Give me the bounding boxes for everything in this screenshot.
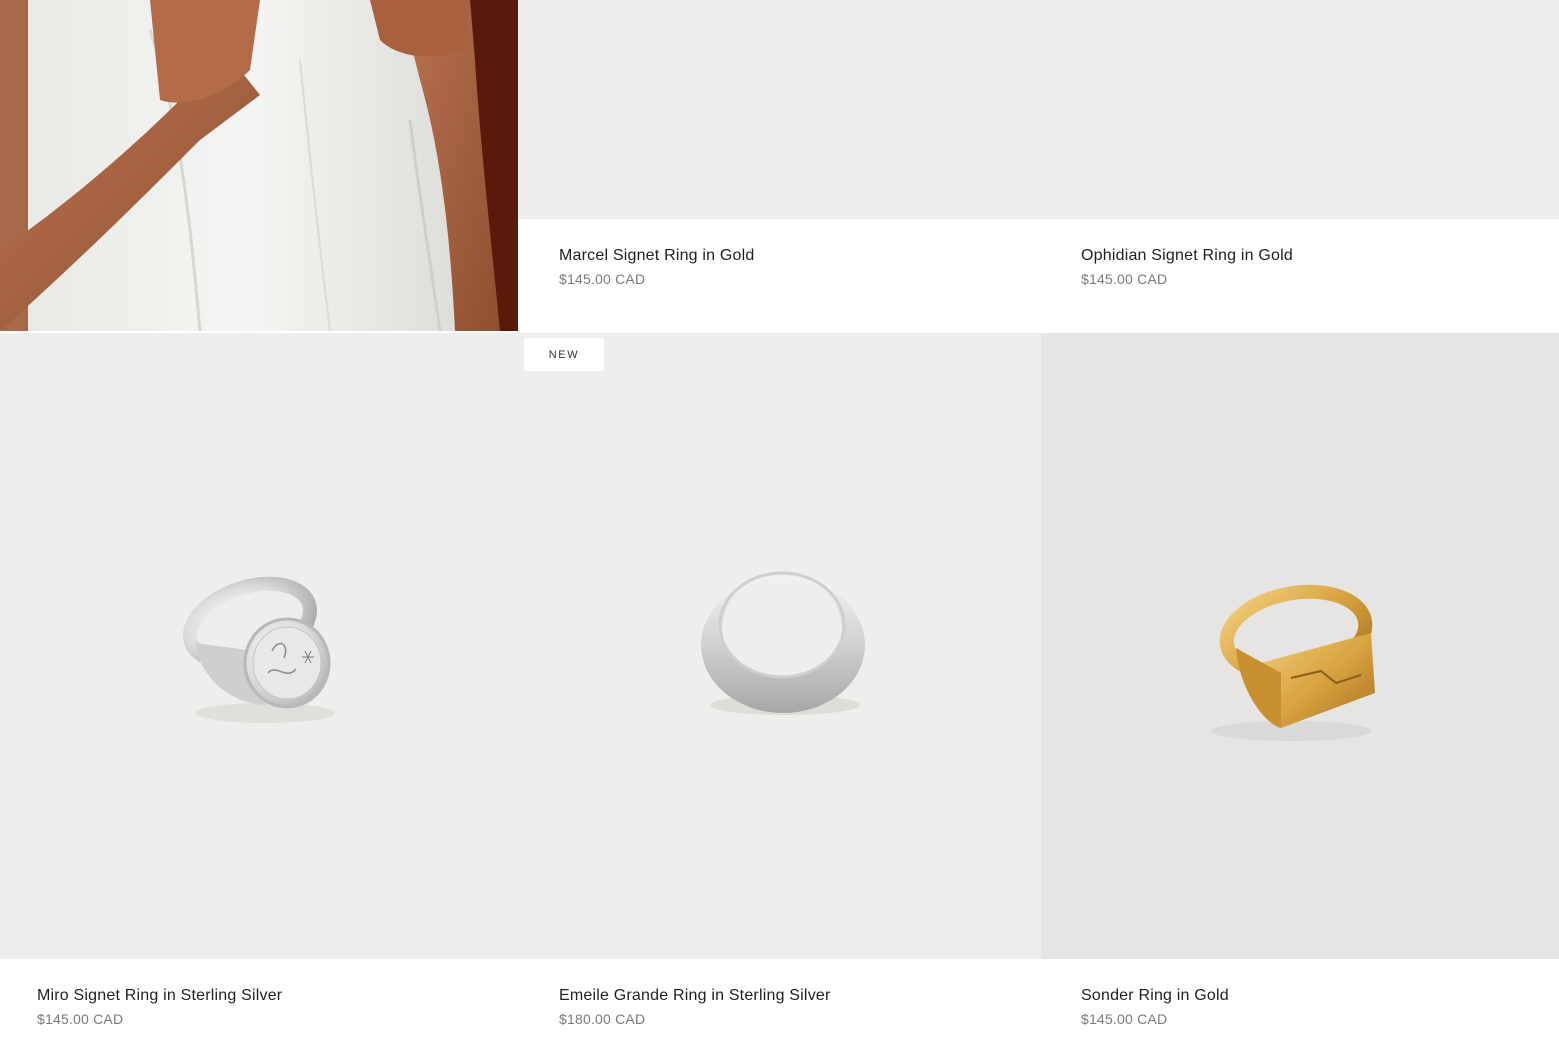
model-hands-image bbox=[0, 0, 518, 331]
new-badge: NEW bbox=[524, 338, 604, 371]
product-image-sonder[interactable] bbox=[1041, 333, 1559, 959]
product-price: $145.00 CAD bbox=[37, 1011, 124, 1027]
product-price: $145.00 CAD bbox=[559, 271, 646, 287]
product-title[interactable]: Ophidian Signet Ring in Gold bbox=[1081, 247, 1293, 265]
product-price: $180.00 CAD bbox=[559, 1011, 646, 1027]
product-price: $145.00 CAD bbox=[1081, 271, 1168, 287]
product-image-miro[interactable] bbox=[0, 333, 520, 959]
dome-ring-silver-image bbox=[701, 571, 865, 715]
product-title[interactable]: Sonder Ring in Gold bbox=[1081, 987, 1229, 1005]
product-price: $145.00 CAD bbox=[1081, 1011, 1168, 1027]
product-title[interactable]: Emeile Grande Ring in Sterling Silver bbox=[559, 987, 831, 1005]
product-image-marcel[interactable] bbox=[518, 0, 1041, 219]
product-title[interactable]: Marcel Signet Ring in Gold bbox=[559, 247, 755, 265]
product-image-emeile[interactable] bbox=[520, 333, 1041, 959]
lifestyle-photo[interactable] bbox=[0, 0, 518, 331]
product-image-ophidian[interactable] bbox=[1041, 0, 1559, 219]
signet-ring-gold-image bbox=[1211, 584, 1375, 741]
product-title[interactable]: Miro Signet Ring in Sterling Silver bbox=[37, 987, 282, 1005]
signet-ring-silver-image bbox=[182, 576, 335, 723]
